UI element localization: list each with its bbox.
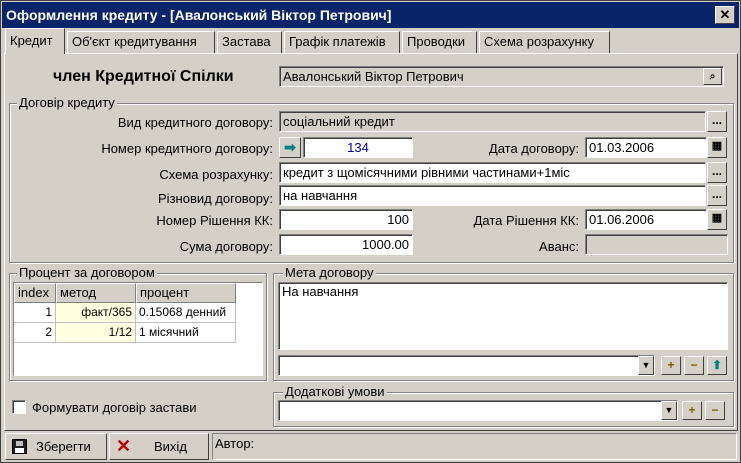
purpose-combo[interactable] xyxy=(278,355,655,376)
tab-payment-schedule[interactable]: Графік платежів xyxy=(284,31,400,53)
contract-group-title: Договір кредиту xyxy=(17,95,117,110)
table-cell-index[interactable]: 2 xyxy=(14,323,56,343)
contract-date-calendar-button[interactable]: ▦ xyxy=(707,137,727,158)
purpose-textarea[interactable]: На навчання xyxy=(278,282,728,350)
purpose-add-button[interactable]: + xyxy=(661,356,681,375)
author-panel: Автор: xyxy=(212,433,737,460)
chevron-down-icon: ▼ xyxy=(664,405,674,415)
member-field[interactable]: Авалонський Віктор Петрович xyxy=(279,66,724,87)
purpose-group-title: Мета договору xyxy=(283,265,376,280)
extra-conditions-remove-button[interactable]: − xyxy=(705,401,725,420)
plus-icon: + xyxy=(688,403,696,417)
contract-number-label: Номер кредитного договору: xyxy=(101,141,273,156)
decision-date-field[interactable]: 01.06.2006 xyxy=(585,209,707,230)
status-bar: Зберегти ✕ Вихід Автор: xyxy=(2,433,739,462)
scheme-ellipsis-button[interactable]: ... xyxy=(707,162,727,183)
tab-pledge[interactable]: Застава xyxy=(217,31,282,53)
contract-kind-field[interactable]: на навчання xyxy=(279,185,706,206)
contract-type-ellipsis-button[interactable]: ... xyxy=(707,111,727,132)
tab-calculation-scheme[interactable]: Схема розрахунку xyxy=(479,31,610,53)
contract-kind-ellipsis-button[interactable]: ... xyxy=(707,185,727,206)
column-header-percent[interactable]: процент xyxy=(136,283,236,303)
tab-credit[interactable]: Кредит xyxy=(5,28,65,54)
decision-date-calendar-button[interactable]: ▦ xyxy=(707,209,727,230)
arrow-up-icon: ⬆ xyxy=(711,358,723,372)
scheme-field[interactable]: кредит з щомісячними рівними частинами+1… xyxy=(279,162,706,183)
main-window: Оформлення кредиту - [Авалонський Віктор… xyxy=(0,0,741,463)
extra-conditions-dropdown-button[interactable]: ▼ xyxy=(661,401,677,420)
column-header-method[interactable]: метод xyxy=(56,283,136,303)
table-cell-method[interactable]: факт/365 xyxy=(56,303,136,323)
decision-date-label: Дата Рішення КК: xyxy=(473,213,579,228)
member-label: член Кредитної Спілки xyxy=(53,68,234,85)
close-button[interactable]: ✕ xyxy=(715,6,735,24)
member-value: Авалонський Віктор Петрович xyxy=(283,69,464,84)
percent-table: index метод процент 1 факт/365 0.15068 д… xyxy=(13,282,263,376)
amount-label: Сума договору: xyxy=(179,239,273,254)
contract-type-field[interactable]: соціальний кредит xyxy=(279,111,706,132)
contract-number-arrow-button[interactable]: ➡ xyxy=(279,137,301,158)
contract-type-label: Вид кредитного договору: xyxy=(117,115,273,130)
advance-label: Аванс: xyxy=(539,239,579,254)
pledge-checkbox-label[interactable]: Формувати договір застави xyxy=(32,400,197,416)
close-x-icon: ✕ xyxy=(116,436,132,456)
tab-credit-object[interactable]: Об'єкт кредитування xyxy=(67,31,215,53)
contract-kind-label: Різновид договору: xyxy=(158,191,273,206)
exit-button[interactable]: ✕ Вихід xyxy=(109,433,209,460)
purpose-up-button[interactable]: ⬆ xyxy=(707,356,727,375)
window-title: Оформлення кредиту - [Авалонський Віктор… xyxy=(6,7,392,23)
table-cell-method[interactable]: 1/12 xyxy=(56,323,136,343)
table-cell-index[interactable]: 1 xyxy=(14,303,56,323)
extra-conditions-add-button[interactable]: + xyxy=(682,401,702,420)
decision-number-field[interactable]: 100 xyxy=(279,209,413,230)
advance-field[interactable] xyxy=(585,234,728,255)
table-cell-percent[interactable]: 1 місячний xyxy=(136,323,236,343)
amount-field[interactable]: 1000.00 xyxy=(279,234,413,255)
search-icon: ⌕ xyxy=(709,71,716,82)
save-button[interactable]: Зберегти xyxy=(5,433,107,460)
purpose-dropdown-button[interactable]: ▼ xyxy=(638,356,654,375)
minus-icon: − xyxy=(711,403,719,417)
pledge-checkbox[interactable] xyxy=(12,400,26,414)
title-bar: Оформлення кредиту - [Авалонський Віктор… xyxy=(2,2,739,28)
percent-group-title: Процент за договором xyxy=(17,265,157,280)
plus-icon: + xyxy=(667,358,675,372)
author-label: Автор: xyxy=(215,436,255,451)
exit-button-label: Вихід xyxy=(154,439,187,454)
minus-icon: − xyxy=(690,358,698,372)
calendar-icon: ▦ xyxy=(711,140,723,152)
floppy-disk-icon xyxy=(12,439,27,454)
contract-date-field[interactable]: 01.03.2006 xyxy=(585,137,707,158)
contract-number-field[interactable]: 134 xyxy=(303,137,413,158)
arrow-right-icon: ➡ xyxy=(284,139,296,155)
save-button-label: Зберегти xyxy=(36,439,91,454)
purpose-remove-button[interactable]: − xyxy=(684,356,704,375)
extra-conditions-combo[interactable] xyxy=(278,400,678,421)
column-header-index[interactable]: index xyxy=(14,283,56,303)
extra-conditions-group-title: Додаткові умови xyxy=(283,384,387,399)
chevron-down-icon: ▼ xyxy=(641,360,651,370)
calendar-icon: ▦ xyxy=(711,212,723,224)
member-search-button[interactable]: ⌕ xyxy=(703,68,722,85)
decision-number-label: Номер Рішення КК: xyxy=(156,213,273,228)
contract-date-label: Дата договору: xyxy=(488,141,579,156)
tab-postings[interactable]: Проводки xyxy=(402,31,477,53)
scheme-label: Схема розрахунку: xyxy=(159,167,273,182)
table-cell-percent[interactable]: 0.15068 денний xyxy=(136,303,236,323)
